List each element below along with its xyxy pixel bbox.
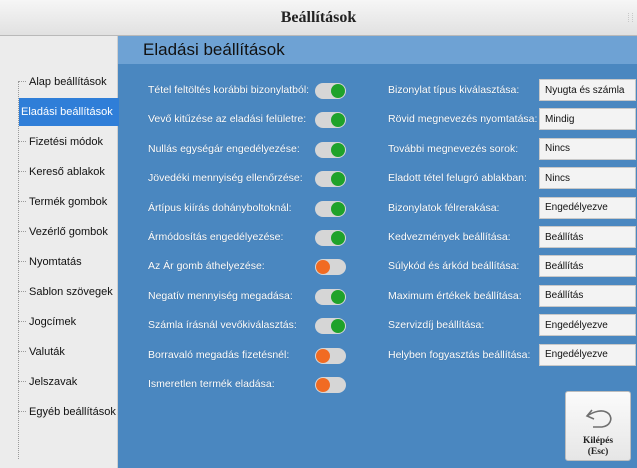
toggle-knob <box>331 231 345 245</box>
toggle-knob <box>316 348 330 363</box>
sidebar-item-label: Nyomtatás <box>29 255 82 268</box>
exit-button[interactable]: Kilépés (Esc) <box>565 391 631 461</box>
tree-branch <box>18 351 26 352</box>
setting-value-button[interactable]: Nincs <box>539 137 636 160</box>
tree-branch <box>18 81 26 82</box>
toggle-label: Nullás egységár engedélyezése: <box>148 142 300 155</box>
sidebar-item-label: Valuták <box>29 345 65 358</box>
toggle-label: Negatív mennyiség megadása: <box>148 289 293 302</box>
setting-value-button[interactable]: Nincs <box>539 167 636 190</box>
toggle-switch[interactable] <box>315 112 346 129</box>
toggle-switch[interactable] <box>315 171 346 188</box>
setting-label: Rövid megnevezés nyomtatása: <box>388 113 538 126</box>
sidebar-item-label: Jogcímek <box>29 315 77 328</box>
toggle-switch[interactable] <box>315 347 346 364</box>
setting-label: Eladott tétel felugró ablakban: <box>388 172 527 185</box>
toggle-label: Tétel feltöltés korábbi bizonylatból: <box>148 84 310 96</box>
tree-branch <box>18 171 26 172</box>
toggle-knob <box>331 319 345 334</box>
sidebar: Alap beállítások Eladási beállítások Fizet… <box>0 36 119 468</box>
toggle-knob <box>316 260 330 275</box>
tree-branch <box>18 321 26 322</box>
tree-branch <box>18 381 26 382</box>
toggle-label: Számla írásnál vevőkiválasztás: <box>148 319 297 332</box>
setting-value-button[interactable]: Beállítás <box>539 255 636 278</box>
toggle-knob <box>331 172 345 187</box>
setting-label: Bizonylatok félrerakása: <box>388 201 500 214</box>
toggle-knob <box>316 378 330 392</box>
toggle-switch[interactable] <box>315 200 346 217</box>
setting-label: Súlykód és árkód beállítása: <box>388 260 520 273</box>
resize-grip-icon[interactable] <box>628 13 633 22</box>
sidebar-item-label: Egyéb beállítások <box>29 405 116 418</box>
setting-label: Kedvezmények beállítása: <box>388 231 511 243</box>
sidebar-item-label: Eladási beállítások <box>19 97 119 126</box>
sidebar-item-label: Termék gombok <box>29 195 108 208</box>
setting-value-button[interactable]: Mindig <box>539 108 636 131</box>
exit-label-line1: Kilépés <box>582 436 614 446</box>
tree-branch <box>18 261 26 262</box>
setting-value-button[interactable]: Nyugta és számla <box>539 79 636 101</box>
toggle-switch[interactable] <box>315 141 346 158</box>
toggle-label: Az Ár gomb áthelyezése: <box>148 260 265 273</box>
tree-branch <box>18 201 26 202</box>
sidebar-item-label: Kereső ablakok <box>29 165 105 178</box>
exit-label: Kilépés (Esc) <box>566 436 630 458</box>
toggle-label: Ármódosítás engedélyezése: <box>148 231 284 243</box>
sidebar-item[interactable]: Valuták <box>18 337 118 366</box>
setting-label: Bizonylat típus kiválasztása: <box>388 84 520 96</box>
toggle-switch[interactable] <box>315 83 346 99</box>
toggle-switch[interactable] <box>315 288 346 305</box>
sidebar-item[interactable]: Kereső ablakok <box>18 157 118 186</box>
toggle-switch[interactable] <box>315 318 346 335</box>
toggle-label: Ártípus kiírás dohányboltoknál: <box>148 201 292 214</box>
tree-branch <box>18 231 26 232</box>
sidebar-item[interactable]: Jogcímek <box>18 307 118 336</box>
sidebar-item[interactable]: Fizetési módok <box>18 127 118 156</box>
setting-value-button[interactable]: Engedélyezve <box>539 196 636 219</box>
sidebar-item-label: Vezérlő gombok <box>29 225 108 238</box>
setting-label: Szervizdíj beállítása: <box>388 319 485 332</box>
title-bar: Beállítások <box>0 0 637 36</box>
exit-label-line2: (Esc) <box>587 447 609 457</box>
sidebar-item[interactable]: Termék gombok <box>18 187 118 216</box>
sidebar-item[interactable]: Nyomtatás <box>18 247 118 276</box>
toggle-label: Jövedéki mennyiség ellenőrzése: <box>148 172 303 185</box>
sidebar-item-label: Alap beállítások <box>29 75 107 88</box>
toggle-label: Borravaló megadás fizetésnél: <box>148 348 290 361</box>
page-title: Eladási beállítások <box>143 40 285 59</box>
setting-value-button[interactable]: Engedélyezve <box>539 343 636 366</box>
setting-value-button[interactable]: Engedélyezve <box>539 314 636 337</box>
toggle-knob <box>331 201 345 216</box>
setting-value-button[interactable]: Beállítás <box>539 284 636 307</box>
tree-branch <box>18 411 26 412</box>
sidebar-item[interactable]: Sablon szövegek <box>18 277 118 306</box>
sidebar-item[interactable]: Egyéb beállítások <box>18 397 118 426</box>
toggle-switch[interactable] <box>315 377 346 393</box>
toggle-knob <box>331 142 345 157</box>
toggle-label: Vevő kitűzése az eladási felületre: <box>148 113 307 126</box>
tree-branch <box>18 141 26 142</box>
sidebar-item[interactable]: Jelszavak <box>18 367 118 396</box>
window-title: Beállítások <box>280 8 357 26</box>
undo-arrow-icon <box>585 409 612 428</box>
setting-label: További megnevezés sorok: <box>388 142 519 155</box>
setting-label: Maximum értékek beállítása: <box>388 289 522 302</box>
sidebar-item[interactable]: Eladási beállítások <box>18 97 119 126</box>
toggle-label: Ismeretlen termék eladása: <box>148 378 275 390</box>
toggle-switch[interactable] <box>315 230 346 246</box>
toggle-knob <box>331 289 345 304</box>
sidebar-item-label: Fizetési módok <box>29 135 103 148</box>
sidebar-item[interactable]: Vezérlő gombok <box>18 217 118 246</box>
setting-label: Helyben fogyasztás beállítása: <box>388 348 531 361</box>
setting-value-button[interactable]: Beállítás <box>539 226 636 248</box>
sidebar-item-label: Sablon szövegek <box>29 285 113 298</box>
tree-branch <box>18 291 26 292</box>
toggle-knob <box>331 113 345 128</box>
toggle-knob <box>331 84 345 98</box>
sidebar-item-label: Jelszavak <box>29 375 78 388</box>
sidebar-item[interactable]: Alap beállítások <box>18 67 118 96</box>
toggle-switch[interactable] <box>315 259 346 276</box>
